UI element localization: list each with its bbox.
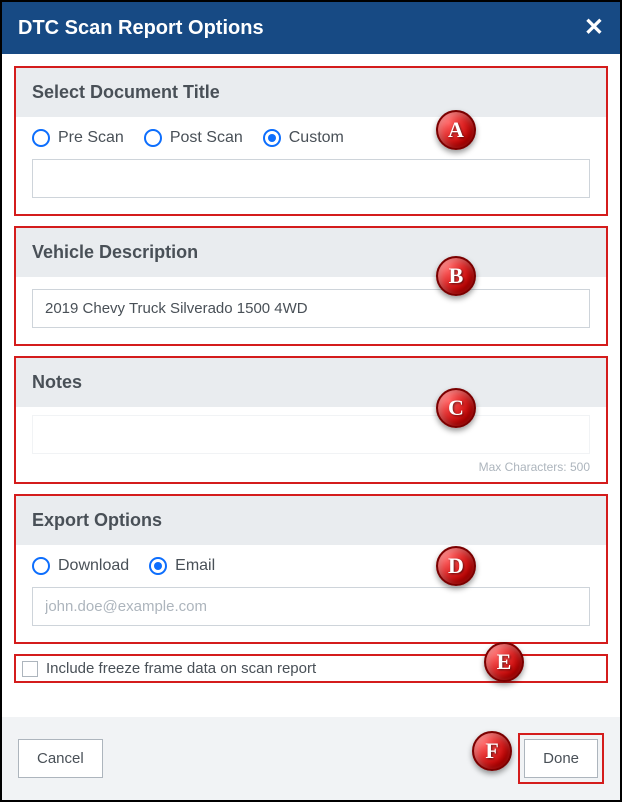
annotation-badge-d: D [436, 546, 476, 586]
dialog-footer: Cancel Done F [2, 717, 620, 800]
annotation-badge-b: B [436, 256, 476, 296]
radio-icon [263, 129, 281, 147]
notes-input[interactable] [32, 415, 590, 454]
radio-custom[interactable]: Custom [263, 129, 344, 147]
done-button[interactable]: Done [524, 739, 598, 778]
dialog-title: DTC Scan Report Options [18, 17, 264, 40]
section-header-document-title: Select Document Title [16, 68, 606, 117]
cancel-button[interactable]: Cancel [18, 739, 103, 778]
dialog-header: DTC Scan Report Options ✕ [2, 2, 620, 54]
radio-download[interactable]: Download [32, 557, 129, 575]
radio-label: Post Scan [170, 129, 243, 147]
radio-post-scan[interactable]: Post Scan [144, 129, 243, 147]
radio-icon [149, 557, 167, 575]
freeze-frame-label: Include freeze frame data on scan report [46, 660, 316, 677]
radio-label: Custom [289, 129, 344, 147]
export-radio-group: Download Email [32, 557, 590, 575]
radio-icon [32, 557, 50, 575]
notes-hint: Max Characters: 500 [32, 460, 590, 474]
radio-email[interactable]: Email [149, 557, 215, 575]
radio-icon [144, 129, 162, 147]
radio-label: Email [175, 557, 215, 575]
dialog-content: Select Document Title Pre Scan Post Scan… [2, 54, 620, 683]
annotation-badge-a: A [436, 110, 476, 150]
radio-icon [32, 129, 50, 147]
section-header-notes: Notes [16, 358, 606, 407]
section-header-vehicle: Vehicle Description [16, 228, 606, 277]
section-document-title: Select Document Title Pre Scan Post Scan… [14, 66, 608, 216]
done-button-highlight: Done F [518, 733, 604, 784]
email-input[interactable] [32, 587, 590, 626]
vehicle-description-input[interactable] [32, 289, 590, 328]
radio-pre-scan[interactable]: Pre Scan [32, 129, 124, 147]
custom-title-input[interactable] [32, 159, 590, 198]
checkbox-icon [22, 661, 38, 677]
section-export-options: Export Options Download Email D [14, 494, 608, 644]
annotation-badge-e: E [484, 642, 524, 682]
close-icon[interactable]: ✕ [584, 16, 604, 40]
radio-label: Download [58, 557, 129, 575]
section-header-export: Export Options [16, 496, 606, 545]
freeze-frame-row[interactable]: Include freeze frame data on scan report… [14, 654, 608, 683]
annotation-badge-f: F [472, 731, 512, 771]
annotation-badge-c: C [436, 388, 476, 428]
section-vehicle-description: Vehicle Description B [14, 226, 608, 346]
radio-label: Pre Scan [58, 129, 124, 147]
document-title-radio-group: Pre Scan Post Scan Custom [32, 129, 590, 147]
section-notes: Notes Max Characters: 500 C [14, 356, 608, 484]
